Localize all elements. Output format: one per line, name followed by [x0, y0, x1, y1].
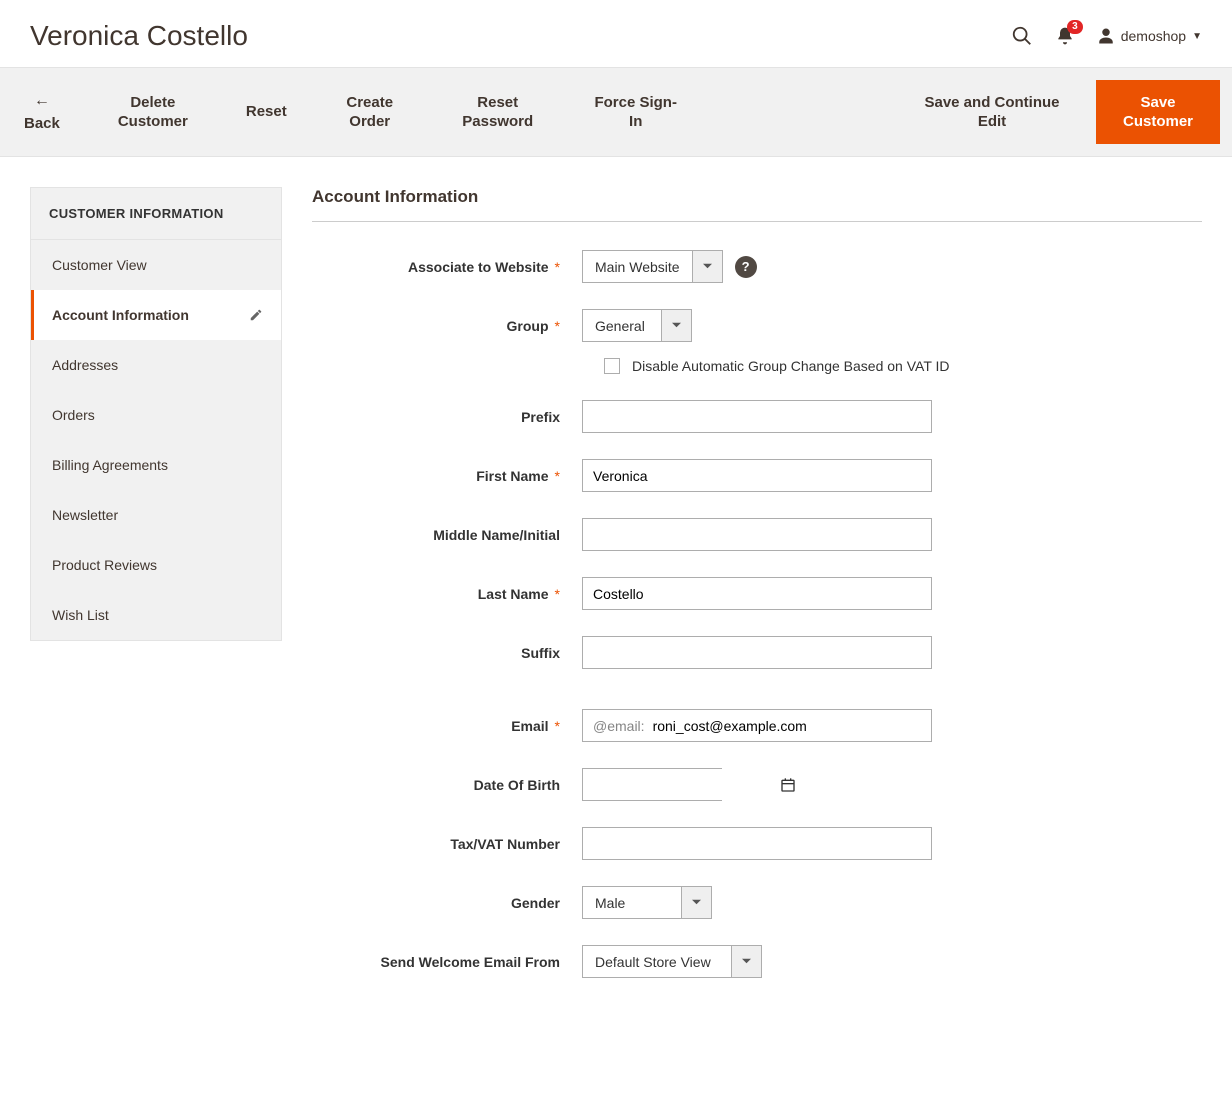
sidebar: CUSTOMER INFORMATION Customer View Accou… [30, 187, 282, 641]
sidebar-item-account-information[interactable]: Account Information [31, 290, 281, 340]
delete-customer-button[interactable]: Delete Customer [84, 68, 222, 156]
email-input[interactable] [653, 710, 931, 741]
caret-down-icon: ▼ [1192, 31, 1202, 42]
sidebar-item-newsletter[interactable]: Newsletter [31, 490, 281, 540]
sidebar-item-wish-list[interactable]: Wish List [31, 590, 281, 640]
dob-label: Date Of Birth [312, 777, 582, 793]
username: demoshop [1121, 28, 1186, 44]
prefix-label: Prefix [312, 409, 582, 425]
suffix-label: Suffix [312, 645, 582, 661]
chevron-down-icon [732, 945, 762, 978]
firstname-input[interactable] [582, 459, 932, 492]
user-menu[interactable]: demoshop ▼ [1097, 27, 1202, 45]
email-label: Email* [312, 718, 582, 734]
save-continue-button[interactable]: Save and Continue Edit [888, 68, 1096, 156]
reset-password-button[interactable]: Reset Password [429, 68, 567, 156]
save-customer-button[interactable]: Save Customer [1096, 80, 1220, 144]
disable-auto-group-label: Disable Automatic Group Change Based on … [632, 358, 950, 374]
middlename-label: Middle Name/Initial [312, 527, 582, 543]
reset-button[interactable]: Reset [222, 68, 311, 156]
arrow-left-icon: ← [34, 91, 50, 112]
suffix-input[interactable] [582, 636, 932, 669]
disable-auto-group-checkbox[interactable] [604, 358, 620, 374]
gender-select[interactable]: Male [582, 886, 712, 919]
search-icon[interactable] [1011, 25, 1033, 47]
email-prefix: @email: [583, 718, 653, 734]
welcome-email-select[interactable]: Default Store View [582, 945, 762, 978]
middlename-input[interactable] [582, 518, 932, 551]
force-signin-button[interactable]: Force Sign-In [567, 68, 705, 156]
notification-badge: 3 [1067, 20, 1083, 34]
calendar-icon[interactable] [780, 769, 796, 800]
lastname-label: Last Name* [312, 586, 582, 602]
sidebar-item-product-reviews[interactable]: Product Reviews [31, 540, 281, 590]
section-title: Account Information [312, 187, 1202, 222]
sidebar-item-addresses[interactable]: Addresses [31, 340, 281, 390]
chevron-down-icon [682, 886, 712, 919]
sidebar-title: CUSTOMER INFORMATION [31, 188, 281, 240]
associate-website-select[interactable]: Main Website [582, 250, 723, 283]
firstname-label: First Name* [312, 468, 582, 484]
email-input-wrap[interactable]: @email: [582, 709, 932, 742]
create-order-button[interactable]: Create Order [311, 68, 429, 156]
welcome-email-label: Send Welcome Email From [312, 954, 582, 970]
back-button[interactable]: ← Back [0, 68, 84, 156]
taxvat-label: Tax/VAT Number [312, 836, 582, 852]
taxvat-input[interactable] [582, 827, 932, 860]
help-icon[interactable]: ? [735, 256, 757, 278]
sidebar-item-billing-agreements[interactable]: Billing Agreements [31, 440, 281, 490]
sidebar-item-customer-view[interactable]: Customer View [31, 240, 281, 290]
lastname-input[interactable] [582, 577, 932, 610]
page-title: Veronica Costello [30, 20, 1011, 52]
associate-website-label: Associate to Website* [312, 259, 582, 275]
notifications-icon[interactable]: 3 [1055, 26, 1075, 46]
group-select[interactable]: General [582, 309, 692, 342]
chevron-down-icon [693, 250, 723, 283]
group-label: Group* [312, 318, 582, 334]
dob-input[interactable] [583, 769, 780, 800]
prefix-input[interactable] [582, 400, 932, 433]
gender-label: Gender [312, 895, 582, 911]
sidebar-item-orders[interactable]: Orders [31, 390, 281, 440]
pencil-icon [249, 308, 263, 322]
chevron-down-icon [662, 309, 692, 342]
